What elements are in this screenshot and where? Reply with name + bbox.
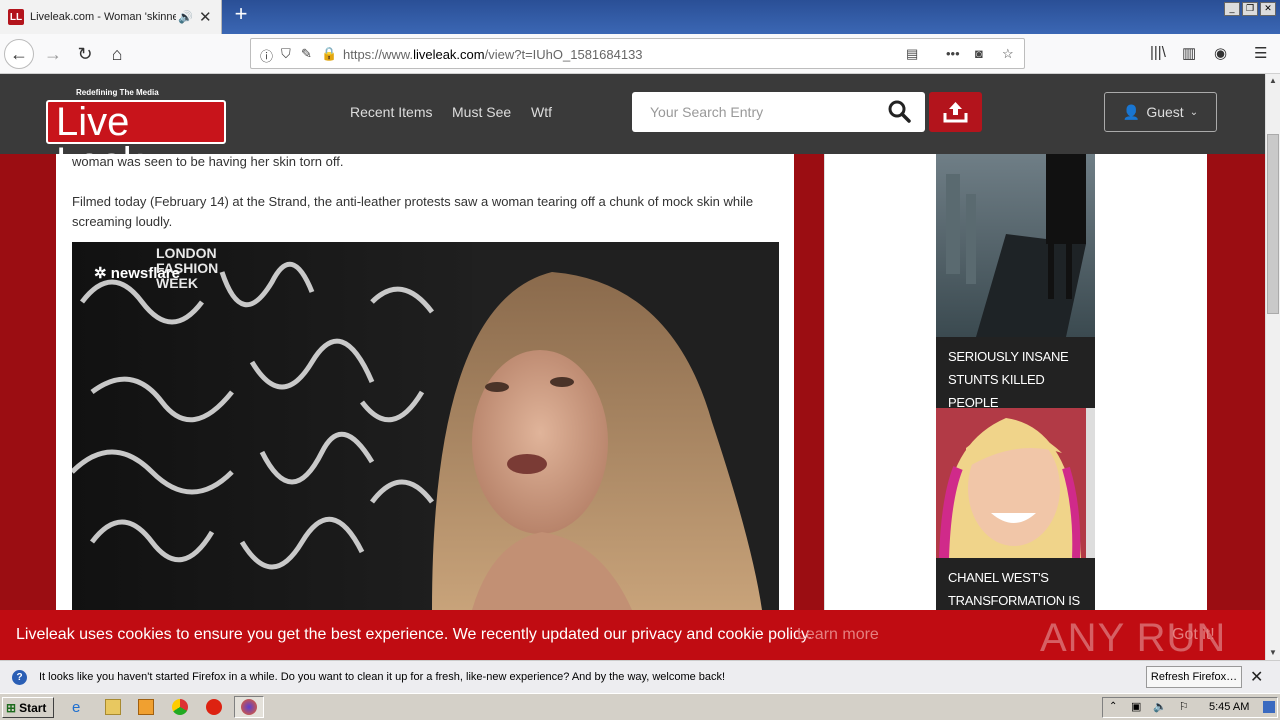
lock-icon[interactable]: 🔒 — [321, 46, 337, 62]
page-scrollbar[interactable]: ▲ ▼ — [1265, 74, 1280, 660]
media-player-icon[interactable] — [138, 699, 154, 715]
guest-label: Guest — [1146, 104, 1184, 120]
permissions-icon[interactable]: ✎ — [301, 46, 312, 62]
system-tray: ⌃ ▣ 🔈 ⚐ 5:45 AM — [1102, 697, 1278, 718]
sidebar: SERIOUSLY INSANE STUNTS KILLED PEOPLE CH… — [824, 154, 1207, 610]
favicon-icon: LL — [8, 9, 24, 25]
clock[interactable]: 5:45 AM — [1209, 701, 1249, 713]
close-tab-icon[interactable]: ✕ — [199, 8, 212, 26]
navigation-toolbar: ← → ↻ ⌂ ⓘ ⛉ ✎ 🔒 https://www.liveleak.com… — [0, 34, 1280, 74]
guest-menu-button[interactable]: 👤 Guest ⌄ — [1104, 92, 1217, 132]
scroll-thumb[interactable] — [1267, 134, 1279, 314]
opera-icon[interactable] — [206, 699, 222, 715]
upload-button[interactable] — [929, 92, 982, 132]
home-button[interactable]: ⌂ — [102, 39, 132, 69]
got-it-button[interactable]: Got it! — [1172, 626, 1215, 644]
url-text[interactable]: https://www.liveleak.com/view?t=IUhO_158… — [343, 47, 643, 62]
network-icon[interactable]: ▣ — [1131, 700, 1141, 713]
sidebar-card[interactable]: SERIOUSLY INSANE STUNTS KILLED PEOPLE — [936, 154, 1095, 408]
cookie-banner: Liveleak uses cookies to ensure you get … — [0, 610, 1265, 660]
account-icon[interactable]: ◉ — [1214, 44, 1227, 62]
liveleak-logo[interactable]: Redefining The Media Live Leak — [46, 86, 226, 182]
start-button[interactable]: ⊞ Start — [2, 697, 54, 718]
search-input[interactable] — [650, 102, 880, 122]
menu-icon[interactable]: ☰ — [1254, 44, 1267, 62]
learn-more-link[interactable]: Learn more — [797, 626, 879, 644]
firefox-notification-bar: ? It looks like you haven't started Fire… — [0, 660, 1280, 693]
search-box — [632, 92, 925, 132]
volume-icon[interactable]: 🔈 — [1153, 700, 1167, 713]
close-notification-icon[interactable]: ✕ — [1250, 667, 1263, 687]
reload-button[interactable]: ↻ — [70, 39, 100, 69]
window-controls: _ ❐ ✕ — [1224, 2, 1276, 16]
question-icon: ? — [12, 670, 27, 685]
upload-icon — [943, 102, 968, 123]
speaker-icon[interactable]: 🔊 — [178, 10, 193, 24]
video-frame — [72, 242, 779, 610]
sidebar-icon[interactable]: ▥ — [1182, 44, 1196, 62]
video-player[interactable]: ✲ newsflare LONDON FASHION WEEK — [72, 242, 779, 610]
scroll-down-arrow[interactable]: ▼ — [1267, 646, 1279, 660]
nav-wtf[interactable]: Wtf — [531, 104, 552, 120]
notification-text: It looks like you haven't started Firefo… — [39, 671, 726, 683]
new-tab-button[interactable]: + — [230, 3, 252, 26]
ie-icon[interactable]: e — [72, 699, 88, 716]
fashion-week-backdrop-text: LONDON FASHION WEEK — [156, 245, 219, 291]
nav-recent-items[interactable]: Recent Items — [350, 104, 432, 120]
site-header: Redefining The Media Live Leak Recent It… — [0, 74, 1265, 182]
chrome-icon[interactable] — [172, 699, 188, 715]
pocket-icon[interactable]: ◙ — [975, 46, 983, 61]
stunts-thumbnail — [936, 154, 1095, 337]
url-bar[interactable]: ⓘ ⛉ ✎ 🔒 https://www.liveleak.com/view?t=… — [250, 38, 1025, 69]
card-caption: SERIOUSLY INSANE STUNTS KILLED PEOPLE — [936, 337, 1095, 408]
sidebar-card[interactable]: CHANEL WEST'S TRANSFORMATION IS — [936, 408, 1095, 610]
show-desktop-icon[interactable] — [1263, 701, 1275, 713]
tray-expand-icon[interactable]: ⌃ — [1109, 701, 1117, 712]
start-label: Start — [19, 700, 47, 715]
scroll-up-arrow[interactable]: ▲ — [1267, 74, 1279, 88]
firefox-taskbar-button[interactable] — [234, 696, 264, 718]
firefox-icon — [241, 699, 257, 715]
back-button[interactable]: ← — [4, 39, 34, 69]
minimize-button[interactable]: _ — [1224, 2, 1240, 16]
refresh-firefox-button[interactable]: Refresh Firefox… — [1146, 666, 1242, 688]
article-paragraph: woman was seen to be having her skin tor… — [72, 154, 344, 169]
article-paragraph: Filmed today (February 14) at the Strand… — [72, 194, 754, 229]
chevron-down-icon: ⌄ — [1189, 106, 1199, 118]
nav-must-see[interactable]: Must See — [452, 104, 511, 120]
windows-logo-icon: ⊞ — [6, 700, 17, 715]
search-icon[interactable] — [887, 99, 911, 123]
logo-wordmark: Live Leak — [46, 100, 226, 182]
library-icon[interactable]: |||\ — [1150, 44, 1166, 61]
reader-view-icon[interactable]: ▤ — [906, 46, 918, 62]
bookmark-star-icon[interactable]: ☆ — [1002, 46, 1014, 62]
info-icon[interactable]: ⓘ — [260, 46, 273, 65]
logo-tagline: Redefining The Media — [76, 88, 159, 97]
tab-strip: LL Liveleak.com - Woman 'skinned' 🔊 ✕ + … — [0, 0, 1280, 34]
explorer-folder-icon[interactable] — [105, 699, 121, 715]
forward-button[interactable]: → — [38, 39, 68, 69]
tab-liveleak[interactable]: LL Liveleak.com - Woman 'skinned' 🔊 ✕ — [0, 0, 222, 34]
user-icon: 👤 — [1122, 103, 1141, 120]
card-caption: CHANEL WEST'S TRANSFORMATION IS — [936, 558, 1095, 610]
page-actions-icon[interactable]: ••• — [946, 46, 960, 61]
flag-icon[interactable]: ⚐ — [1179, 700, 1189, 713]
tab-title: Liveleak.com - Woman 'skinned' — [30, 11, 176, 23]
windows-taskbar: ⊞ Start e ⌃ ▣ 🔈 ⚐ 5:45 AM — [0, 693, 1280, 720]
cookie-message: Liveleak uses cookies to ensure you get … — [16, 626, 813, 643]
chanel-thumbnail — [936, 408, 1095, 559]
article-body: woman was seen to be having her skin tor… — [56, 154, 794, 610]
close-window-button[interactable]: ✕ — [1260, 2, 1276, 16]
shield-icon[interactable]: ⛉ — [281, 46, 291, 62]
restore-button[interactable]: ❐ — [1242, 2, 1258, 16]
